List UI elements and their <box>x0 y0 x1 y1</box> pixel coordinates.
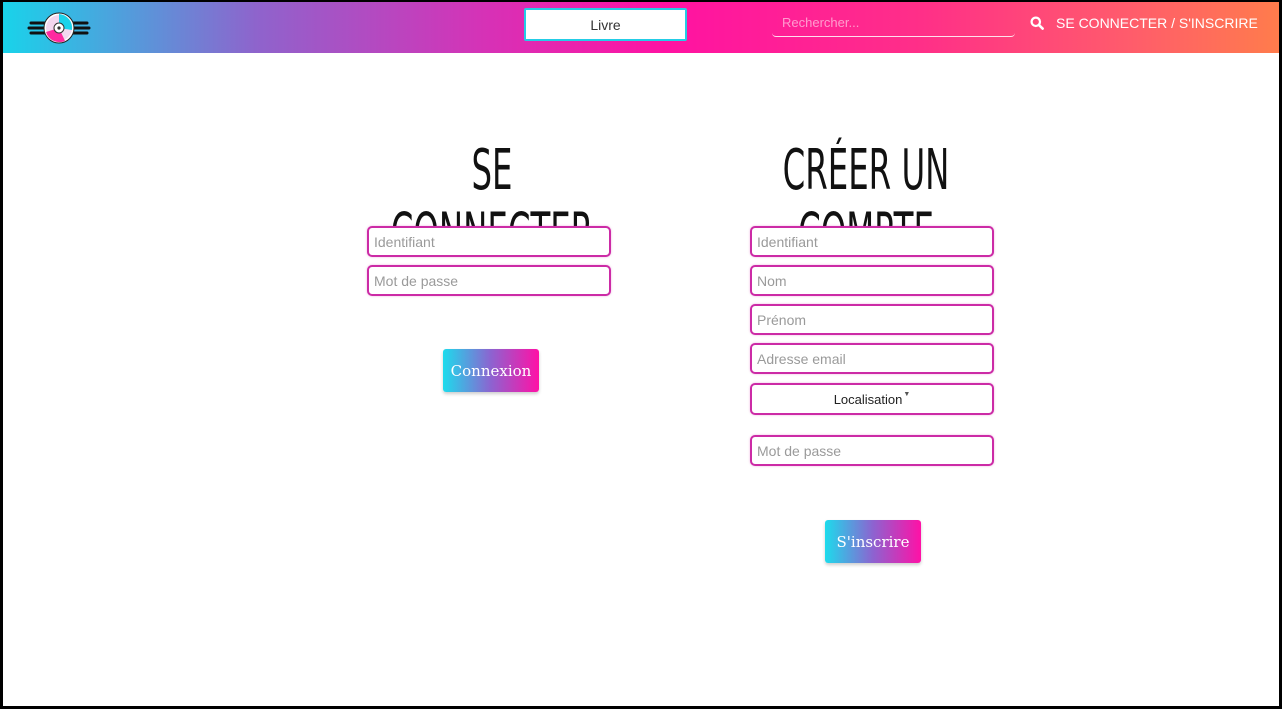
login-username-field[interactable] <box>367 226 611 257</box>
signup-username-field[interactable] <box>750 226 994 257</box>
vinyl-disc-logo-icon[interactable] <box>27 10 91 46</box>
location-select-label: Localisation <box>833 391 903 407</box>
signup-lastname-field[interactable] <box>750 265 994 296</box>
signup-button[interactable]: S'inscrire <box>825 520 921 563</box>
top-navbar: Livre SE CONNECTER / S'INSCRIRE <box>3 2 1279 53</box>
category-button[interactable]: Livre <box>524 8 687 41</box>
search-input[interactable] <box>772 9 1015 37</box>
page-frame: Livre SE CONNECTER / S'INSCRIRE SE CONNE… <box>3 2 1279 706</box>
login-button[interactable]: Connexion <box>443 349 539 392</box>
login-signup-link[interactable]: SE CONNECTER / S'INSCRIRE <box>1056 15 1258 31</box>
dropdown-caret-icon: ▼ <box>903 390 911 398</box>
signup-firstname-field[interactable] <box>750 304 994 335</box>
location-select[interactable]: Localisation ▼ <box>750 383 994 415</box>
signup-password-field[interactable] <box>750 435 994 466</box>
signup-email-field[interactable] <box>750 343 994 374</box>
login-password-field[interactable] <box>367 265 611 296</box>
search-icon[interactable] <box>1030 16 1044 30</box>
